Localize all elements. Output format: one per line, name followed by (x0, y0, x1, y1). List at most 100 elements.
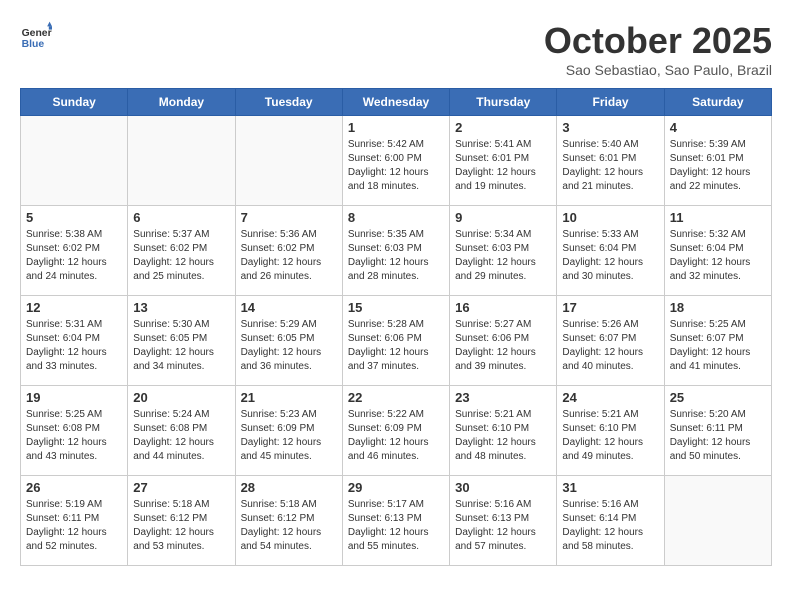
day-info: Sunrise: 5:29 AM Sunset: 6:05 PM Dayligh… (241, 318, 337, 374)
weekday-header: Thursday (450, 89, 557, 116)
weekday-header: Saturday (664, 89, 771, 116)
day-info: Sunrise: 5:27 AM Sunset: 6:06 PM Dayligh… (455, 318, 551, 374)
calendar-cell: 18 Sunrise: 5:25 AM Sunset: 6:07 PM Dayli… (664, 296, 771, 386)
day-info: Sunrise: 5:23 AM Sunset: 6:09 PM Dayligh… (241, 408, 337, 464)
calendar-cell: 26 Sunrise: 5:19 AM Sunset: 6:11 PM Dayli… (21, 476, 128, 566)
logo-icon: General Blue (20, 20, 52, 52)
day-number: 5 (26, 210, 122, 225)
calendar-cell: 16 Sunrise: 5:27 AM Sunset: 6:06 PM Dayli… (450, 296, 557, 386)
month-title: October 2025 (544, 20, 772, 62)
page-header: General Blue October 2025 Sao Sebastiao,… (20, 20, 772, 78)
weekday-header: Monday (128, 89, 235, 116)
day-info: Sunrise: 5:28 AM Sunset: 6:06 PM Dayligh… (348, 318, 444, 374)
day-info: Sunrise: 5:16 AM Sunset: 6:14 PM Dayligh… (562, 498, 658, 554)
day-number: 9 (455, 210, 551, 225)
day-info: Sunrise: 5:18 AM Sunset: 6:12 PM Dayligh… (133, 498, 229, 554)
calendar-cell: 24 Sunrise: 5:21 AM Sunset: 6:10 PM Dayli… (557, 386, 664, 476)
calendar-cell (664, 476, 771, 566)
day-info: Sunrise: 5:22 AM Sunset: 6:09 PM Dayligh… (348, 408, 444, 464)
calendar-cell: 14 Sunrise: 5:29 AM Sunset: 6:05 PM Dayli… (235, 296, 342, 386)
day-number: 22 (348, 390, 444, 405)
day-info: Sunrise: 5:17 AM Sunset: 6:13 PM Dayligh… (348, 498, 444, 554)
day-number: 16 (455, 300, 551, 315)
calendar-cell: 7 Sunrise: 5:36 AM Sunset: 6:02 PM Daylig… (235, 206, 342, 296)
logo: General Blue (20, 20, 56, 52)
day-number: 14 (241, 300, 337, 315)
calendar-cell: 25Sunrise: 5:20 AM Sunset: 6:11 PM Dayli… (664, 386, 771, 476)
day-info: Sunrise: 5:35 AM Sunset: 6:03 PM Dayligh… (348, 228, 444, 284)
calendar-week-row: 19 Sunrise: 5:25 AM Sunset: 6:08 PM Dayli… (21, 386, 772, 476)
calendar-cell: 8Sunrise: 5:35 AM Sunset: 6:03 PM Daylig… (342, 206, 449, 296)
day-info: Sunrise: 5:38 AM Sunset: 6:02 PM Dayligh… (26, 228, 122, 284)
day-number: 11 (670, 210, 766, 225)
calendar-cell: 5 Sunrise: 5:38 AM Sunset: 6:02 PM Daylig… (21, 206, 128, 296)
day-number: 2 (455, 120, 551, 135)
day-number: 3 (562, 120, 658, 135)
day-number: 28 (241, 480, 337, 495)
day-info: Sunrise: 5:19 AM Sunset: 6:11 PM Dayligh… (26, 498, 122, 554)
day-number: 19 (26, 390, 122, 405)
day-number: 17 (562, 300, 658, 315)
weekday-header: Tuesday (235, 89, 342, 116)
calendar-cell: 27 Sunrise: 5:18 AM Sunset: 6:12 PM Dayli… (128, 476, 235, 566)
weekday-header-row: SundayMondayTuesdayWednesdayThursdayFrid… (21, 89, 772, 116)
day-number: 29 (348, 480, 444, 495)
day-number: 12 (26, 300, 122, 315)
day-number: 18 (670, 300, 766, 315)
calendar-cell: 20 Sunrise: 5:24 AM Sunset: 6:08 PM Dayli… (128, 386, 235, 476)
day-info: Sunrise: 5:16 AM Sunset: 6:13 PM Dayligh… (455, 498, 551, 554)
day-number: 26 (26, 480, 122, 495)
calendar-cell (235, 116, 342, 206)
day-number: 7 (241, 210, 337, 225)
day-info: Sunrise: 5:20 AM Sunset: 6:11 PM Dayligh… (670, 408, 766, 464)
calendar-cell: 17 Sunrise: 5:26 AM Sunset: 6:07 PM Dayli… (557, 296, 664, 386)
day-info: Sunrise: 5:34 AM Sunset: 6:03 PM Dayligh… (455, 228, 551, 284)
weekday-header: Friday (557, 89, 664, 116)
calendar-cell: 21 Sunrise: 5:23 AM Sunset: 6:09 PM Dayli… (235, 386, 342, 476)
day-info: Sunrise: 5:21 AM Sunset: 6:10 PM Dayligh… (455, 408, 551, 464)
day-number: 1 (348, 120, 444, 135)
day-info: Sunrise: 5:25 AM Sunset: 6:08 PM Dayligh… (26, 408, 122, 464)
calendar-cell: 3 Sunrise: 5:40 AM Sunset: 6:01 PM Daylig… (557, 116, 664, 206)
day-number: 24 (562, 390, 658, 405)
day-number: 23 (455, 390, 551, 405)
calendar-cell (128, 116, 235, 206)
day-number: 13 (133, 300, 229, 315)
weekday-header: Wednesday (342, 89, 449, 116)
day-info: Sunrise: 5:26 AM Sunset: 6:07 PM Dayligh… (562, 318, 658, 374)
calendar-week-row: 12Sunrise: 5:31 AM Sunset: 6:04 PM Dayli… (21, 296, 772, 386)
calendar-cell: 11 Sunrise: 5:32 AM Sunset: 6:04 PM Dayli… (664, 206, 771, 296)
day-number: 21 (241, 390, 337, 405)
calendar-cell: 10 Sunrise: 5:33 AM Sunset: 6:04 PM Dayli… (557, 206, 664, 296)
day-number: 10 (562, 210, 658, 225)
day-number: 30 (455, 480, 551, 495)
day-info: Sunrise: 5:33 AM Sunset: 6:04 PM Dayligh… (562, 228, 658, 284)
svg-text:General: General (22, 28, 52, 39)
day-info: Sunrise: 5:39 AM Sunset: 6:01 PM Dayligh… (670, 138, 766, 194)
svg-text:Blue: Blue (22, 39, 45, 50)
day-info: Sunrise: 5:36 AM Sunset: 6:02 PM Dayligh… (241, 228, 337, 284)
calendar-cell: 22 Sunrise: 5:22 AM Sunset: 6:09 PM Dayli… (342, 386, 449, 476)
calendar-week-row: 26 Sunrise: 5:19 AM Sunset: 6:11 PM Dayli… (21, 476, 772, 566)
day-info: Sunrise: 5:30 AM Sunset: 6:05 PM Dayligh… (133, 318, 229, 374)
calendar-cell: 29 Sunrise: 5:17 AM Sunset: 6:13 PM Dayli… (342, 476, 449, 566)
calendar-cell: 30 Sunrise: 5:16 AM Sunset: 6:13 PM Dayli… (450, 476, 557, 566)
title-block: October 2025 Sao Sebastiao, Sao Paulo, B… (544, 20, 772, 78)
day-number: 4 (670, 120, 766, 135)
day-info: Sunrise: 5:21 AM Sunset: 6:10 PM Dayligh… (562, 408, 658, 464)
calendar-cell: 19 Sunrise: 5:25 AM Sunset: 6:08 PM Dayli… (21, 386, 128, 476)
calendar-cell: 1Sunrise: 5:42 AM Sunset: 6:00 PM Daylig… (342, 116, 449, 206)
calendar-cell: 6Sunrise: 5:37 AM Sunset: 6:02 PM Daylig… (128, 206, 235, 296)
day-number: 27 (133, 480, 229, 495)
day-number: 31 (562, 480, 658, 495)
calendar-cell (21, 116, 128, 206)
calendar-cell: 12Sunrise: 5:31 AM Sunset: 6:04 PM Dayli… (21, 296, 128, 386)
day-number: 20 (133, 390, 229, 405)
day-info: Sunrise: 5:37 AM Sunset: 6:02 PM Dayligh… (133, 228, 229, 284)
day-info: Sunrise: 5:32 AM Sunset: 6:04 PM Dayligh… (670, 228, 766, 284)
day-info: Sunrise: 5:25 AM Sunset: 6:07 PM Dayligh… (670, 318, 766, 374)
calendar-cell: 9 Sunrise: 5:34 AM Sunset: 6:03 PM Daylig… (450, 206, 557, 296)
day-info: Sunrise: 5:24 AM Sunset: 6:08 PM Dayligh… (133, 408, 229, 464)
day-info: Sunrise: 5:40 AM Sunset: 6:01 PM Dayligh… (562, 138, 658, 194)
day-number: 15 (348, 300, 444, 315)
